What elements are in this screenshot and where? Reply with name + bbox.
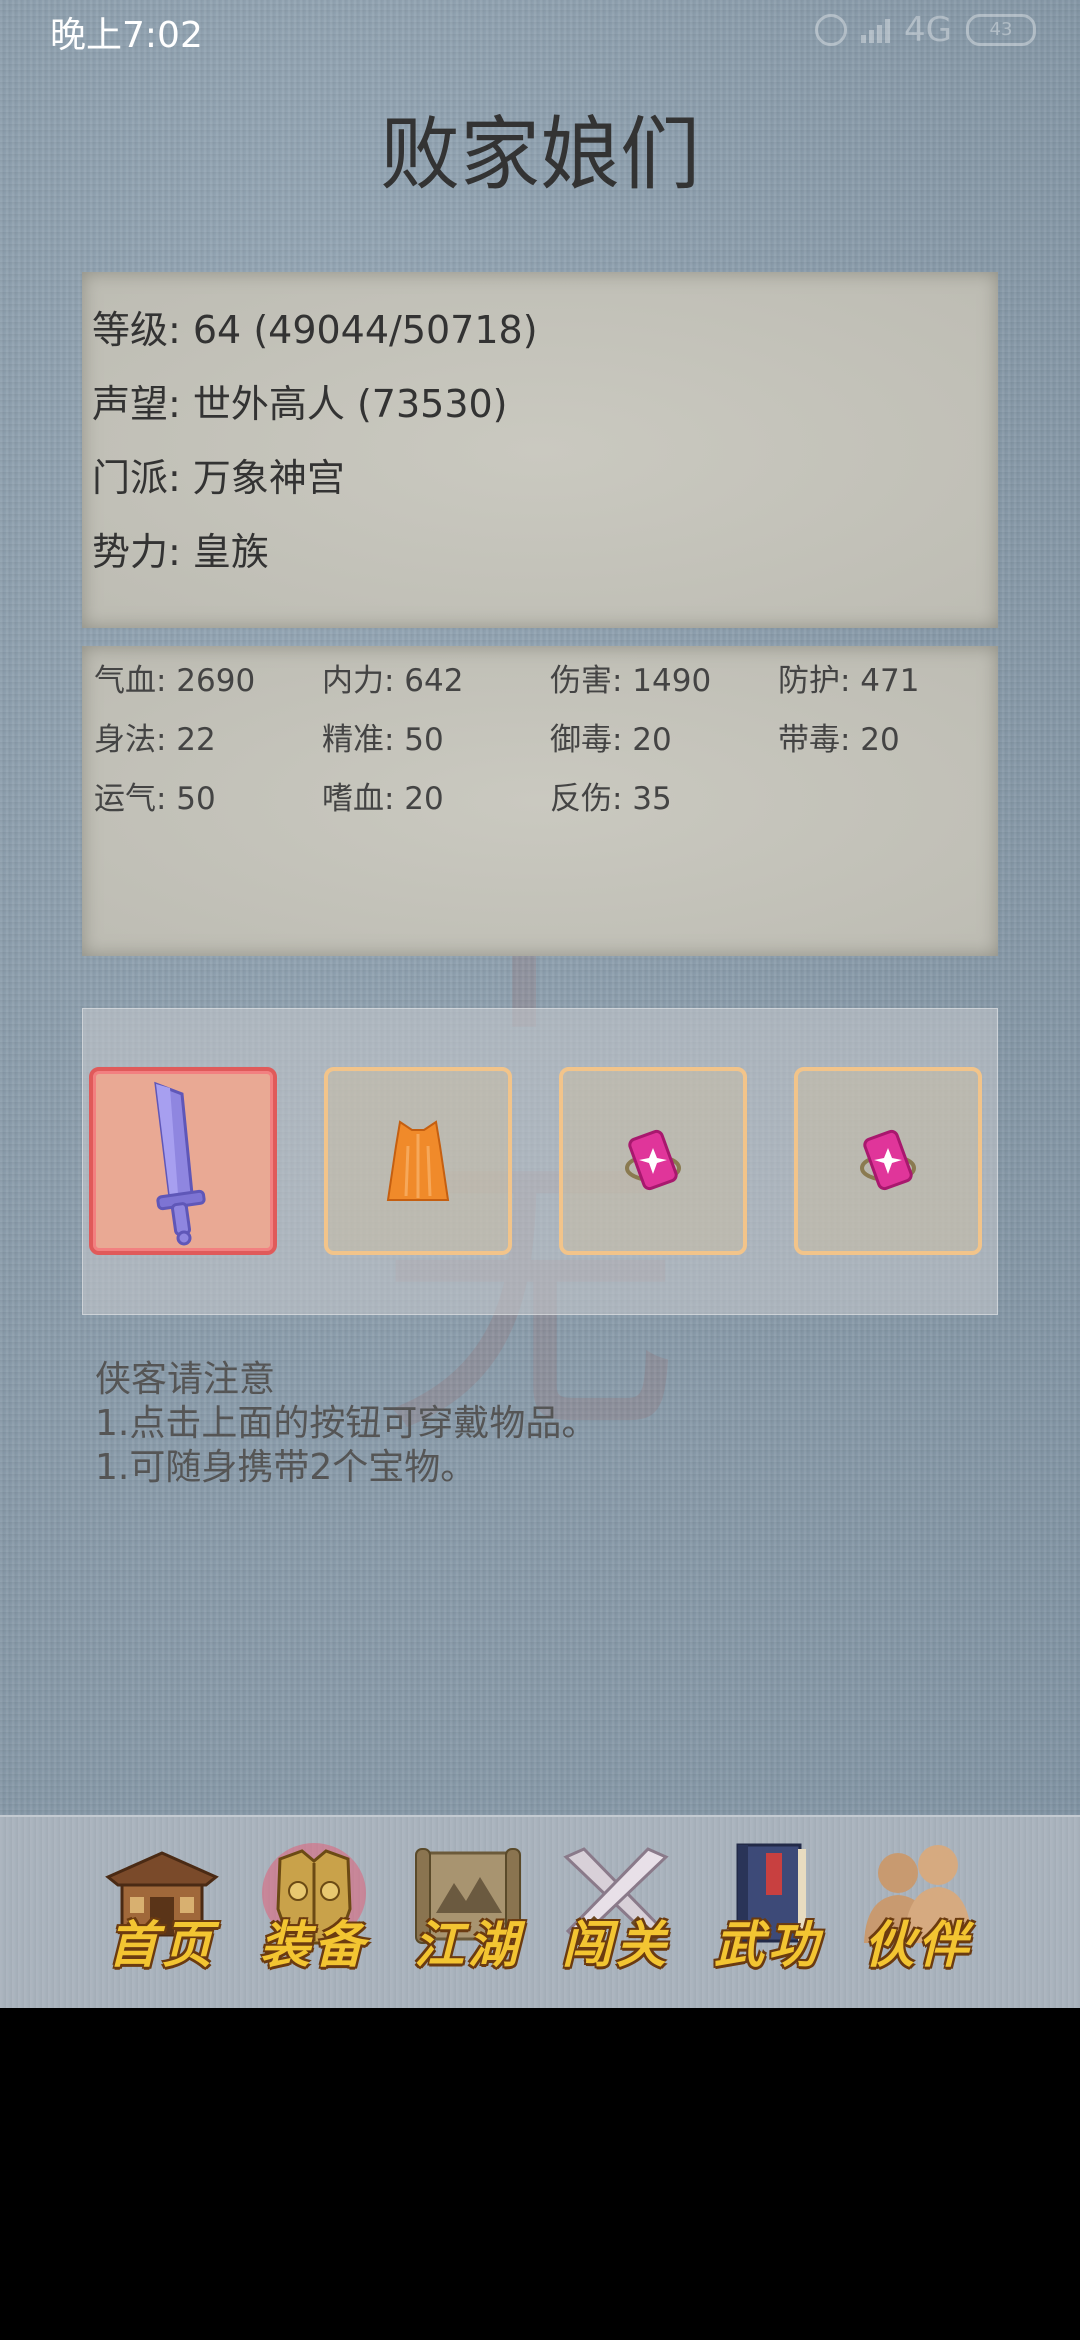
- battery-icon: 43: [966, 14, 1036, 46]
- page-title: 败家娘们: [380, 108, 700, 201]
- nav-home[interactable]: 首页: [92, 1839, 232, 1979]
- nav-martial-arts[interactable]: 武功: [698, 1839, 838, 1979]
- nav-martial-arts-label: 武功: [714, 1915, 822, 1974]
- treasure-icon: [860, 1129, 916, 1191]
- stat-agility: 身法: 22: [94, 722, 216, 758]
- status-icons: 4G 43: [815, 10, 1036, 50]
- nav-equipment-label: 装备: [260, 1915, 368, 1974]
- sword-icon: [154, 1081, 206, 1246]
- equip-slot-treasure-2[interactable]: [794, 1067, 982, 1255]
- stats-panel: 气血: 2690 内力: 642 伤害: 1490 防护: 471 身法: 22…: [82, 646, 998, 956]
- nav-home-label: 首页: [108, 1915, 216, 1974]
- level-text: 等级: 64 (49044/50718): [92, 308, 538, 352]
- stat-hp: 气血: 2690: [94, 663, 256, 699]
- nav-jianghu[interactable]: 江湖: [398, 1839, 538, 1979]
- stat-luck: 运气: 50: [94, 781, 216, 817]
- treasure-icon: [625, 1129, 681, 1191]
- alarm-icon: [815, 14, 848, 46]
- status-time: 晚上7:02: [50, 15, 203, 56]
- nav-challenge-label: 闯关: [562, 1915, 670, 1974]
- stat-accuracy: 精准: 50: [322, 722, 444, 758]
- nav-equipment[interactable]: 装备: [244, 1839, 384, 1979]
- app-screen: 晚上7:02 4G 43 天下无 败家娘们 等级: 64 (49044/5071…: [0, 0, 1080, 2008]
- stat-poison-resist: 御毒: 20: [550, 722, 672, 758]
- network-type: 4G: [904, 10, 952, 50]
- signal-icon: [861, 17, 891, 43]
- notice-line-1: 1.点击上面的按钮可穿戴物品。: [95, 1403, 598, 1444]
- notice-line-2: 1.可随身携带2个宝物。: [95, 1447, 477, 1488]
- status-bar: 晚上7:02 4G 43: [0, 0, 1080, 56]
- stat-damage: 伤害: 1490: [550, 663, 712, 699]
- stat-reflect: 反伤: 35: [550, 781, 672, 817]
- nav-partners-label: 伙伴: [864, 1915, 972, 1974]
- stat-inner-force: 内力: 642: [322, 663, 464, 699]
- sect-text: 门派: 万象神宫: [92, 456, 345, 500]
- bottom-nav: 首页 装备 江湖 闯关 武功 伙伴: [0, 1815, 1080, 2008]
- equip-slot-weapon[interactable]: [89, 1067, 277, 1255]
- stat-defense: 防护: 471: [778, 663, 920, 699]
- notice-title: 侠客请注意: [95, 1359, 276, 1400]
- equip-slot-armor[interactable]: [324, 1067, 512, 1255]
- notice-text: 侠客请注意 1.点击上面的按钮可穿戴物品。 1.可随身携带2个宝物。: [95, 1358, 597, 1490]
- stat-lifesteal: 嗜血: 20: [322, 781, 444, 817]
- equipment-panel: [82, 1008, 998, 1315]
- nav-jianghu-label: 江湖: [414, 1915, 522, 1974]
- stat-poison: 带毒: 20: [778, 722, 900, 758]
- nav-challenge[interactable]: 闯关: [546, 1839, 686, 1979]
- reputation-text: 声望: 世外高人 (73530): [92, 382, 508, 426]
- faction-text: 势力: 皇族: [92, 530, 269, 574]
- robe-icon: [386, 1120, 450, 1201]
- equip-slot-treasure-1[interactable]: [559, 1067, 747, 1255]
- nav-partners[interactable]: 伙伴: [848, 1839, 988, 1979]
- profile-panel: 等级: 64 (49044/50718) 声望: 世外高人 (73530) 门派…: [82, 272, 998, 628]
